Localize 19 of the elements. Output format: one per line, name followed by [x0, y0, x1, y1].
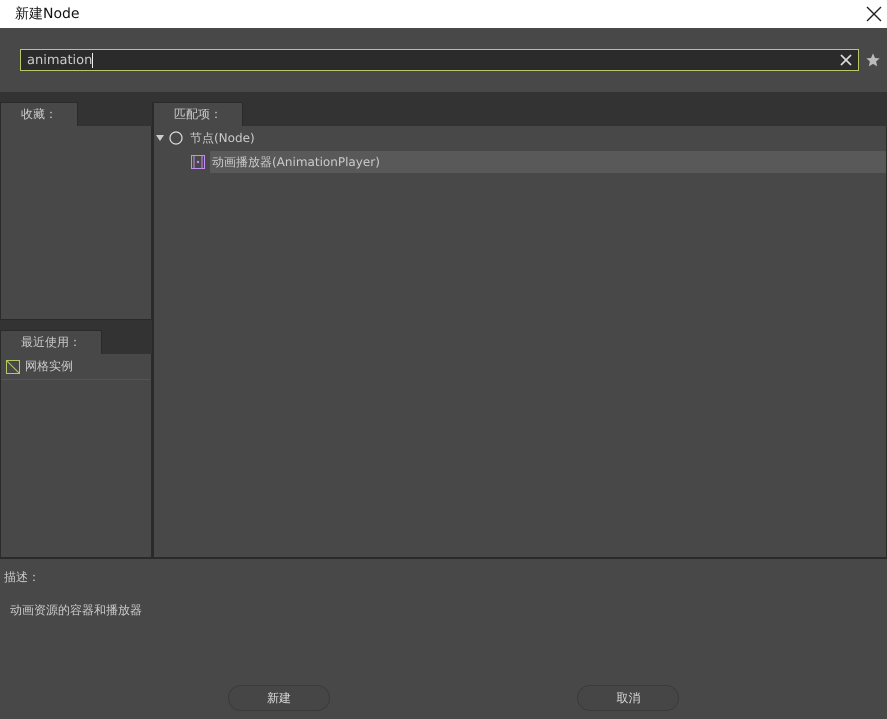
- tree-item[interactable]: 动画播放器(AnimationPlayer): [210, 151, 886, 173]
- tree-item[interactable]: 节点(Node): [188, 127, 886, 149]
- close-icon[interactable]: [866, 6, 882, 22]
- film-icon: [191, 155, 205, 169]
- search-field[interactable]: animation: [20, 49, 859, 71]
- description-text: 动画资源的容器和播放器: [10, 602, 142, 619]
- window-title: 新建Node: [15, 5, 80, 23]
- recent-item[interactable]: 网格实例: [1, 354, 150, 380]
- dialog-button[interactable]: 新建: [228, 685, 330, 711]
- description-label: 描述：: [4, 569, 40, 586]
- expand-arrow-icon[interactable]: [156, 135, 164, 141]
- mesh-icon: [6, 360, 20, 374]
- clear-icon[interactable]: [840, 54, 852, 66]
- dialog-button[interactable]: 取消: [577, 685, 680, 711]
- matches-tab[interactable]: 匹配项：: [153, 102, 243, 126]
- star-icon[interactable]: [865, 52, 881, 68]
- circle-icon: [169, 131, 183, 145]
- favorites-tab[interactable]: 收藏：: [0, 102, 78, 126]
- recent-tab[interactable]: 最近使用：: [0, 330, 102, 354]
